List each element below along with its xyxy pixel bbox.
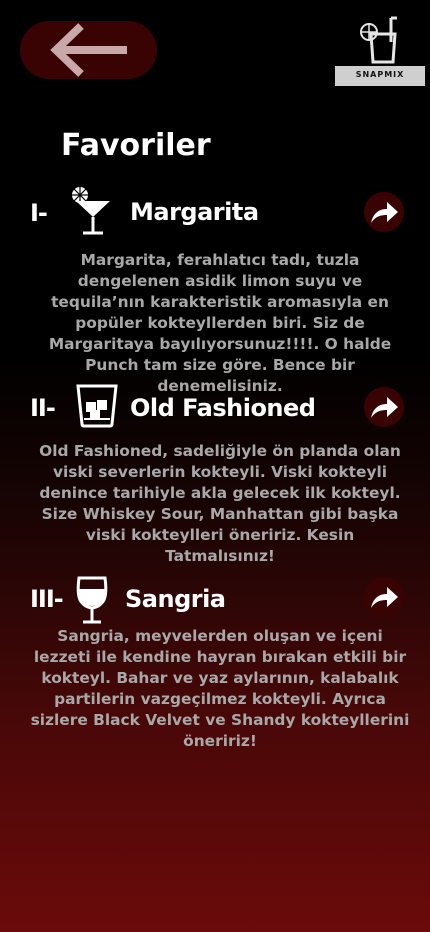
wine-glass-icon bbox=[76, 576, 108, 624]
snapmix-logo: SNAPMIX bbox=[333, 14, 427, 86]
favorite-item-margarita-header: I- Margarita bbox=[30, 185, 410, 237]
favorite-item-sangria-header: III- Sangria bbox=[30, 573, 410, 625]
share-button-sangria[interactable] bbox=[364, 577, 404, 617]
entry-numeral: I- bbox=[30, 199, 48, 227]
rocks-glass-icon bbox=[76, 384, 118, 428]
favorite-item-old-fashioned-header: II- Old Fashioned bbox=[30, 382, 410, 434]
share-arrow-icon bbox=[371, 587, 398, 608]
logo-text: SNAPMIX bbox=[355, 70, 405, 79]
drink-name: Margarita bbox=[130, 198, 259, 226]
drink-name: Old Fashioned bbox=[130, 394, 316, 422]
entry-numeral: II- bbox=[30, 394, 56, 422]
cocktail-glass-icon bbox=[72, 187, 110, 235]
drink-description: Sangria, meyvelerden oluşan ve içeni lez… bbox=[30, 627, 410, 750]
share-button-old-fashioned[interactable] bbox=[364, 387, 404, 427]
arrow-left-icon bbox=[49, 23, 127, 77]
share-arrow-icon bbox=[371, 202, 398, 223]
entry-numeral: III- bbox=[30, 585, 64, 613]
share-button-margarita[interactable] bbox=[364, 192, 404, 232]
drink-description: Margarita, ferahlatıcı tadı, tuzla denge… bbox=[48, 251, 392, 395]
drink-description: Old Fashioned, sadeliğiyle ön planda ola… bbox=[39, 442, 401, 565]
page-title: Favoriler bbox=[61, 128, 211, 163]
share-arrow-icon bbox=[371, 397, 398, 418]
back-button[interactable] bbox=[20, 21, 157, 79]
drink-name: Sangria bbox=[125, 585, 226, 613]
